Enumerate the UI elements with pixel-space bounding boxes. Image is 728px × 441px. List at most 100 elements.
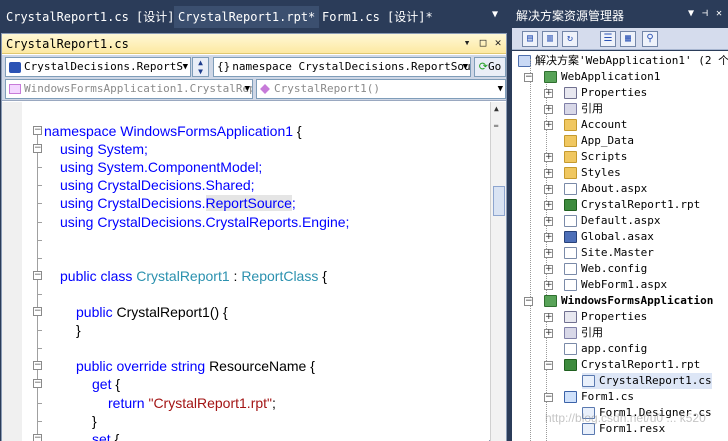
close-icon[interactable]: ✕ [491,36,505,50]
tree-item[interactable]: CrystalReport1.cs [582,373,712,389]
member-combo[interactable]: CrystalReport1() ▼ [256,79,506,99]
tab-crystalreport1-rpt[interactable]: CrystalReport1.rpt* [174,6,320,28]
folder-icon [564,167,577,179]
view-code-icon[interactable]: ☰ [600,31,616,47]
tree-item[interactable]: Site.Master [564,245,654,261]
namespace-combo[interactable]: {} namespace CrystalDecisions.ReportSou ▼ [213,57,471,77]
tree-item[interactable]: Account [564,117,627,133]
solution-tree: 解决方案'WebApplication1' (2 个 − WebApplicati… [512,51,728,441]
expand-icon[interactable]: + [544,217,553,226]
sync-spinner-button[interactable]: ▲ ▼ [192,57,209,77]
tree-item[interactable]: Web.config [564,261,647,277]
window-position-icon[interactable]: ▾ [460,36,474,50]
refresh-icon[interactable]: ↻ [562,31,578,47]
expand-icon[interactable]: + [544,105,553,114]
tree-item[interactable]: WebForm1.aspx [564,277,667,293]
view-designer-icon[interactable]: ▦ [620,31,636,47]
window-position-icon[interactable]: ▼ [688,8,694,19]
tree-item[interactable]: 引用 [564,325,603,341]
tree-item-label: 引用 [581,102,603,115]
expand-icon[interactable]: + [544,153,553,162]
expand-icon[interactable]: + [544,313,553,322]
tree-item[interactable]: CrystalReport1.rpt [564,357,700,373]
solution-node[interactable]: 解决方案'WebApplication1' (2 个 [518,53,728,69]
namespace-combo-text: namespace CrystalDecisions.ReportSou [232,60,471,73]
code-token: get [92,376,112,393]
collapse-icon[interactable]: − [524,297,533,306]
project-combo[interactable]: CrystalDecisions.ReportS ▼ [5,57,191,77]
tree-item-label: WindowsFormsApplication [561,294,714,307]
split-icon[interactable]: ═ [494,122,498,130]
file-icon [564,183,577,195]
collapse-toggle-icon[interactable]: − [33,361,42,371]
tree-item[interactable]: App_Data [564,133,634,149]
expand-icon[interactable]: + [544,281,553,290]
tree-item[interactable]: About.aspx [564,181,647,197]
file-icon [564,343,577,355]
expand-icon[interactable]: + [544,169,553,178]
tree-item[interactable]: Properties [564,309,647,325]
expand-icon[interactable]: + [544,89,553,98]
document-tab-strip: CrystalReport1.cs [设计] CrystalReport1.rp… [0,0,510,33]
expand-icon[interactable]: + [544,201,553,210]
collapse-toggle-icon[interactable]: − [33,433,42,441]
vertical-scrollbar[interactable]: ▲ ═ [490,102,506,441]
collapse-icon[interactable]: − [524,73,533,82]
code-token: CrystalDecisions.Shared; [97,177,255,194]
tree-item[interactable]: WebApplication1 [544,69,660,85]
maximize-icon[interactable]: □ [476,36,490,50]
tab-form1-cs-design[interactable]: Form1.cs [设计]* [318,6,437,28]
expand-icon[interactable]: + [544,249,553,258]
code-token: CrystalReport1() { [116,304,228,320]
tree-item[interactable]: Scripts [564,149,627,165]
expand-icon[interactable]: + [544,233,553,242]
close-icon[interactable]: ✕ [716,8,722,19]
show-all-files-icon[interactable]: ▥ [542,31,558,47]
tree-item[interactable]: Default.aspx [564,213,660,229]
code-text-area[interactable]: namespace WindowsFormsApplication1 {− usi… [2,102,489,441]
member-combo-text: CrystalReport1() [274,82,380,95]
code-line: using CrystalDecisions.CrystalReports.En… [60,213,349,231]
tree-item-label: CrystalReport1.cs [599,374,712,387]
tree-item-label: WebForm1.aspx [581,278,668,291]
file-icon [564,247,577,259]
tree-item[interactable]: Styles [564,165,621,181]
report-icon [564,199,577,211]
collapse-toggle-icon[interactable]: − [33,270,42,280]
expand-icon[interactable]: + [544,121,553,130]
class-diagram-icon[interactable]: ⚲ [642,31,658,47]
tree-item[interactable]: WindowsFormsApplication [544,293,713,309]
outline-tick [37,239,42,241]
collapse-icon[interactable]: − [544,361,553,370]
tree-item[interactable]: CrystalReport1.rpt [564,197,700,213]
code-line: public class CrystalReport1 : ReportClas… [60,267,327,285]
expand-icon[interactable]: + [544,329,553,338]
tree-item[interactable]: 引用 [564,101,603,117]
tab-list-dropdown-icon[interactable]: ▼ [492,9,498,20]
collapse-toggle-icon[interactable]: − [33,126,42,135]
collapse-toggle-icon[interactable]: − [33,144,42,154]
pin-icon[interactable]: ⊣ [702,8,708,19]
tree-item[interactable]: Global.asax [564,229,654,245]
collapse-toggle-icon[interactable]: − [33,379,42,389]
file-icon [564,215,577,227]
collapse-toggle-icon[interactable]: − [33,307,42,316]
class-icon [9,84,21,94]
tree-item[interactable]: Properties [564,85,647,101]
tree-item-label: Form1.cs [581,390,634,403]
properties-icon[interactable]: ▤ [522,31,538,47]
tab-crystalreport1-cs-design[interactable]: CrystalReport1.cs [设计] [2,6,179,28]
namespace-icon [9,61,21,73]
tree-item-label: Web.config [581,262,648,275]
go-button[interactable]: ⟳Go [474,57,506,77]
expand-icon[interactable]: + [544,265,553,274]
tree-item[interactable]: Form1.cs [564,389,634,405]
collapse-icon[interactable]: − [544,393,553,402]
code-token: } [76,322,81,339]
scroll-up-icon[interactable]: ▲ [494,104,499,113]
expand-icon[interactable]: + [544,185,553,194]
scroll-thumb[interactable] [493,186,505,216]
tree-item-label: Scripts [581,150,628,163]
tree-item[interactable]: app.config [564,341,647,357]
type-combo[interactable]: WindowsFormsApplication1.CrystalRep ▼ [5,79,253,99]
